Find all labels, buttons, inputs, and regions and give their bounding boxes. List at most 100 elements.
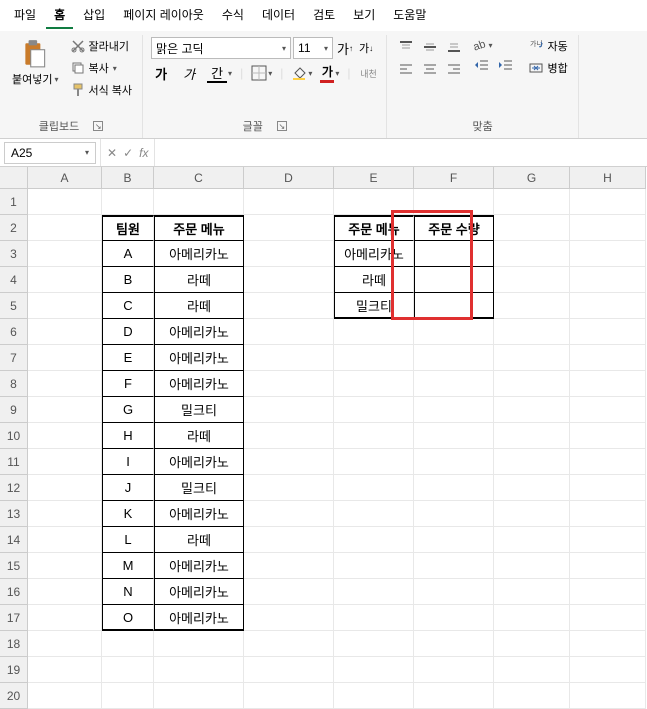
cell[interactable] <box>414 501 494 527</box>
cell[interactable] <box>28 683 102 709</box>
cell[interactable] <box>494 267 570 293</box>
cell[interactable]: A <box>102 241 154 267</box>
cell[interactable]: 아메리카노 <box>154 371 244 397</box>
cell[interactable] <box>334 475 414 501</box>
phonetic-button[interactable]: 내천 <box>358 63 378 83</box>
cell[interactable] <box>414 683 494 709</box>
cell[interactable] <box>570 501 646 527</box>
cell[interactable] <box>334 605 414 631</box>
cell[interactable]: C <box>102 293 154 319</box>
cell[interactable] <box>334 631 414 657</box>
cell[interactable] <box>334 397 414 423</box>
cell[interactable]: 아메리카노 <box>154 605 244 631</box>
cell[interactable] <box>102 631 154 657</box>
cell[interactable] <box>570 319 646 345</box>
cell[interactable] <box>570 527 646 553</box>
cell[interactable] <box>570 241 646 267</box>
decrease-font-button[interactable]: 가↓ <box>357 37 375 59</box>
cell[interactable] <box>244 371 334 397</box>
cell[interactable] <box>570 371 646 397</box>
cell[interactable]: F <box>102 371 154 397</box>
cell[interactable] <box>244 293 334 319</box>
cell[interactable] <box>28 553 102 579</box>
cell[interactable] <box>28 527 102 553</box>
font-color-button[interactable]: 가 ▾ <box>320 63 339 83</box>
cell[interactable] <box>244 215 334 241</box>
cell[interactable]: 아메리카노 <box>154 241 244 267</box>
cell[interactable] <box>334 553 414 579</box>
cell[interactable] <box>28 475 102 501</box>
cell[interactable] <box>334 683 414 709</box>
row-header[interactable]: 3 <box>0 241 28 267</box>
menu-help[interactable]: 도움말 <box>385 2 434 29</box>
cut-button[interactable]: 잘라내기 <box>69 37 135 55</box>
cell[interactable] <box>244 527 334 553</box>
cell[interactable] <box>570 449 646 475</box>
cell[interactable] <box>570 605 646 631</box>
col-header[interactable]: D <box>244 167 334 189</box>
cell[interactable] <box>570 423 646 449</box>
cell[interactable] <box>494 449 570 475</box>
cell[interactable]: 아메리카노 <box>154 553 244 579</box>
cell[interactable]: 아메리카노 <box>154 449 244 475</box>
cell[interactable] <box>414 423 494 449</box>
cell[interactable]: 주문 메뉴 <box>154 215 244 241</box>
cell[interactable] <box>494 501 570 527</box>
menu-pagelayout[interactable]: 페이지 레이아웃 <box>115 2 212 29</box>
cell[interactable] <box>28 501 102 527</box>
paste-button[interactable]: 붙여넣기▾ <box>8 37 63 89</box>
cell[interactable] <box>28 189 102 215</box>
cell[interactable] <box>570 267 646 293</box>
wrap-text-button[interactable]: 가나 자동 <box>527 37 569 55</box>
cell[interactable] <box>244 423 334 449</box>
cell[interactable] <box>494 397 570 423</box>
row-header[interactable]: 13 <box>0 501 28 527</box>
insert-function-button[interactable]: fx <box>139 146 148 160</box>
cell[interactable]: 라떼 <box>154 527 244 553</box>
row-header[interactable]: 4 <box>0 267 28 293</box>
cell[interactable]: 밀크티 <box>154 475 244 501</box>
spreadsheet-grid[interactable]: A B C D E F G H 12팀원주문 메뉴주문 메뉴주문 수량3A아메리… <box>0 167 647 709</box>
cell[interactable] <box>28 371 102 397</box>
cell[interactable]: 라떼 <box>154 423 244 449</box>
cell[interactable] <box>570 475 646 501</box>
menu-insert[interactable]: 삽입 <box>75 2 113 29</box>
cell[interactable] <box>414 345 494 371</box>
cell[interactable]: 아메리카노 <box>154 579 244 605</box>
row-header[interactable]: 12 <box>0 475 28 501</box>
align-bottom-button[interactable] <box>443 37 465 57</box>
row-header[interactable]: 10 <box>0 423 28 449</box>
cell[interactable] <box>414 475 494 501</box>
cell[interactable] <box>334 319 414 345</box>
cell[interactable] <box>570 215 646 241</box>
cell[interactable] <box>494 371 570 397</box>
cell[interactable] <box>334 449 414 475</box>
cell[interactable] <box>570 553 646 579</box>
cell[interactable] <box>494 605 570 631</box>
cell[interactable]: D <box>102 319 154 345</box>
cell[interactable]: 라떼 <box>154 267 244 293</box>
cell[interactable] <box>334 345 414 371</box>
cell[interactable] <box>28 241 102 267</box>
cell[interactable] <box>414 631 494 657</box>
cell[interactable]: E <box>102 345 154 371</box>
row-header[interactable]: 18 <box>0 631 28 657</box>
cell[interactable] <box>28 449 102 475</box>
cell[interactable] <box>414 319 494 345</box>
cell[interactable] <box>334 423 414 449</box>
cell[interactable] <box>494 345 570 371</box>
cell[interactable] <box>244 267 334 293</box>
borders-button[interactable]: ▾ <box>251 65 272 81</box>
cell[interactable] <box>244 475 334 501</box>
row-header[interactable]: 16 <box>0 579 28 605</box>
menu-review[interactable]: 검토 <box>305 2 343 29</box>
cell[interactable] <box>494 683 570 709</box>
cancel-formula-button[interactable]: ✕ <box>107 146 117 160</box>
menu-data[interactable]: 데이터 <box>254 2 303 29</box>
cell[interactable]: H <box>102 423 154 449</box>
cell[interactable] <box>244 241 334 267</box>
cell[interactable] <box>414 189 494 215</box>
col-header[interactable]: E <box>334 167 414 189</box>
cell[interactable] <box>414 449 494 475</box>
cell[interactable] <box>494 293 570 319</box>
